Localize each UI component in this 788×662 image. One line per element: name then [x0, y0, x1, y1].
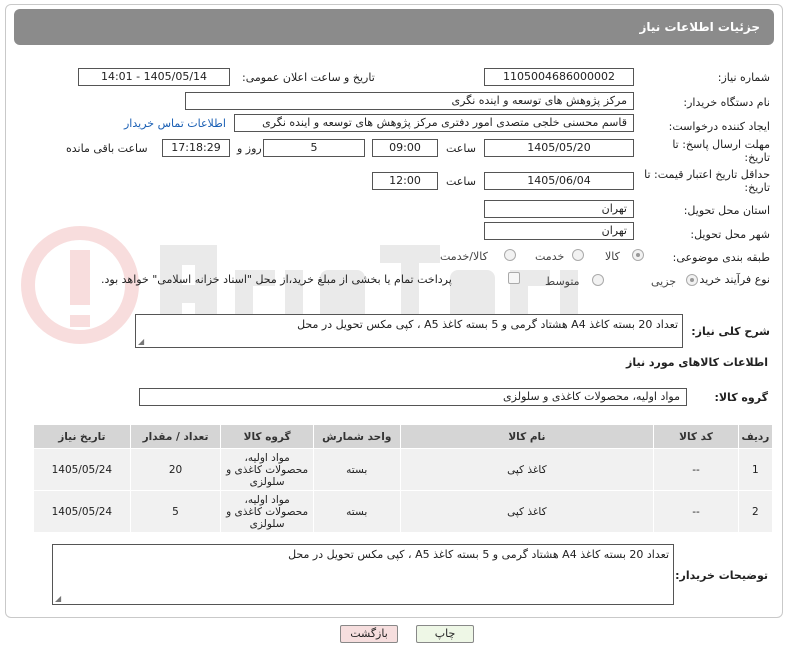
page-header: جزئیات اطلاعات نیاز — [14, 9, 774, 45]
description-label: شرح کلی نیاز: — [691, 325, 770, 338]
buyer-contact-link[interactable]: اطلاعات تماس خریدار — [124, 117, 226, 130]
process-option-minor: جزیی — [651, 275, 677, 288]
buyer-notes-textarea[interactable]: تعداد 20 بسته کاغذ A4 هشتاد گرمی و 5 بست… — [52, 544, 674, 605]
need-number-label: شماره نیاز: — [717, 71, 770, 84]
buyer-notes-text: تعداد 20 بسته کاغذ A4 هشتاد گرمی و 5 بست… — [288, 548, 669, 561]
cell-unit: بسته — [312, 490, 401, 533]
table-row[interactable]: 1 -- کاغذ کپی بسته مواد اولیه، محصولات ک… — [33, 448, 774, 491]
col-code: کد کالا — [653, 424, 739, 449]
resize-grip-icon[interactable]: ◢ — [55, 594, 61, 603]
cell-name: کاغذ کپی — [399, 448, 655, 491]
print-button[interactable]: چاپ — [416, 625, 474, 643]
category-label: طبقه بندی موضوعی: — [672, 251, 770, 264]
cell-code: -- — [653, 490, 739, 533]
category-radio-service[interactable] — [572, 249, 584, 261]
col-group: گروه کالا — [220, 424, 314, 449]
send-date-field[interactable]: 1405/05/20 — [484, 139, 634, 157]
city-label: شهر محل تحویل: — [690, 228, 770, 241]
cell-unit: بسته — [312, 448, 401, 491]
creator-field[interactable]: قاسم محسنی خلجی متصدی امور دفتری مرکز پژ… — [234, 114, 634, 132]
cell-row: 2 — [737, 490, 774, 533]
goods-table-header: ردیف کد کالا نام کالا واحد شمارش گروه کا… — [33, 424, 774, 449]
send-deadline-label: مهلت ارسال پاسخ: تا تاریخ: — [672, 138, 770, 164]
announce-label: تاریخ و ساعت اعلان عمومی: — [242, 71, 375, 84]
goods-section-title: اطلاعات کالاهای مورد نیاز — [626, 356, 768, 369]
remaining-time-field[interactable]: 17:18:29 — [162, 139, 230, 157]
category-radio-goods[interactable] — [632, 249, 644, 261]
process-label: نوع فرآیند خرید : — [692, 273, 770, 286]
col-unit: واحد شمارش — [312, 424, 401, 449]
table-row[interactable]: 2 -- کاغذ کپی بسته مواد اولیه، محصولات ک… — [33, 490, 774, 533]
buyer-org-label: نام دستگاه خریدار: — [683, 96, 770, 109]
need-number-field[interactable]: 1105004686000002 — [484, 68, 634, 86]
cell-group: مواد اولیه، محصولات کاغذی و سلولزی — [220, 448, 314, 491]
process-option-medium: متوسط — [545, 275, 580, 288]
category-radio-goods-service[interactable] — [504, 249, 516, 261]
category-option-goods: کالا — [605, 250, 620, 263]
page-title: جزئیات اطلاعات نیاز — [639, 20, 760, 34]
days-label: روز و — [237, 142, 262, 155]
cell-qty: 20 — [129, 448, 222, 491]
cell-date: 1405/05/24 — [33, 490, 131, 533]
resize-grip-icon[interactable]: ◢ — [138, 337, 144, 346]
col-qty: تعداد / مقدار — [129, 424, 222, 449]
price-validity-label: حداقل تاریخ اعتبار قیمت: تا تاریخ: — [644, 168, 770, 194]
send-time-field[interactable]: 09:00 — [372, 139, 438, 157]
buyer-notes-label: توضیحات خریدار: — [675, 569, 768, 582]
validity-time-label: ساعت — [446, 175, 476, 188]
buyer-org-field[interactable]: مرکز پژوهش های توسعه و اینده نگری — [185, 92, 634, 110]
category-option-goods-service: کالا/خدمت — [440, 250, 488, 263]
goods-table: ردیف کد کالا نام کالا واحد شمارش گروه کا… — [33, 424, 774, 533]
cell-qty: 5 — [129, 490, 222, 533]
treasury-payment-note: پرداخت تمام یا بخشی از مبلغ خرید،از محل … — [101, 273, 452, 286]
category-option-service: خدمت — [535, 250, 565, 263]
validity-date-field[interactable]: 1405/06/04 — [484, 172, 634, 190]
cell-date: 1405/05/24 — [33, 448, 131, 491]
days-remaining-field[interactable]: 5 — [263, 139, 365, 157]
description-text: تعداد 20 بسته کاغذ A4 هشتاد گرمی و 5 بست… — [297, 318, 678, 331]
cell-code: -- — [653, 448, 739, 491]
col-name: نام کالا — [399, 424, 655, 449]
province-label: استان محل تحویل: — [683, 204, 770, 217]
remaining-label: ساعت باقی مانده — [66, 142, 148, 155]
cell-group: مواد اولیه، محصولات کاغذی و سلولزی — [220, 490, 314, 533]
treasury-payment-checkbox[interactable] — [508, 272, 520, 284]
city-field[interactable]: تهران — [484, 222, 634, 240]
process-radio-minor[interactable] — [686, 274, 698, 286]
creator-label: ایجاد کننده درخواست: — [668, 120, 770, 133]
cell-name: کاغذ کپی — [399, 490, 655, 533]
col-date: تاریخ نیاز — [33, 424, 131, 449]
province-field[interactable]: تهران — [484, 200, 634, 218]
goods-group-label: گروه کالا: — [714, 391, 768, 404]
process-radio-medium[interactable] — [592, 274, 604, 286]
col-row: ردیف — [737, 424, 774, 449]
validity-time-field[interactable]: 12:00 — [372, 172, 438, 190]
cell-row: 1 — [737, 448, 774, 491]
announce-datetime-field[interactable]: 1405/05/14 - 14:01 — [78, 68, 230, 86]
goods-group-field[interactable]: مواد اولیه، محصولات کاغذی و سلولزی — [139, 388, 687, 406]
send-time-label: ساعت — [446, 142, 476, 155]
back-button[interactable]: بازگشت — [340, 625, 398, 643]
description-textarea[interactable]: تعداد 20 بسته کاغذ A4 هشتاد گرمی و 5 بست… — [135, 314, 683, 348]
